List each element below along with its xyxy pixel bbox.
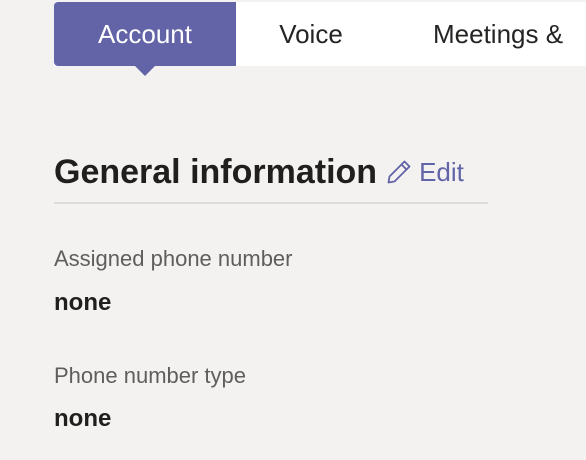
tab-voice[interactable]: Voice bbox=[236, 2, 386, 66]
tab-bar: Account Voice Meetings & bbox=[54, 2, 586, 76]
edit-button[interactable]: Edit bbox=[385, 150, 464, 194]
edit-label: Edit bbox=[419, 156, 464, 187]
assigned-phone-number-label: Assigned phone number bbox=[54, 246, 293, 271]
assigned-phone-number-value: none bbox=[54, 289, 112, 316]
pencil-icon bbox=[387, 160, 411, 184]
phone-number-type-label: Phone number type bbox=[54, 363, 247, 388]
tab-meetings[interactable]: Meetings & bbox=[386, 2, 586, 66]
section-header: General information Edit bbox=[54, 150, 488, 204]
tab-account[interactable]: Account bbox=[54, 2, 236, 76]
phone-number-type-value: none bbox=[54, 405, 112, 432]
section-title: General information bbox=[54, 153, 378, 191]
